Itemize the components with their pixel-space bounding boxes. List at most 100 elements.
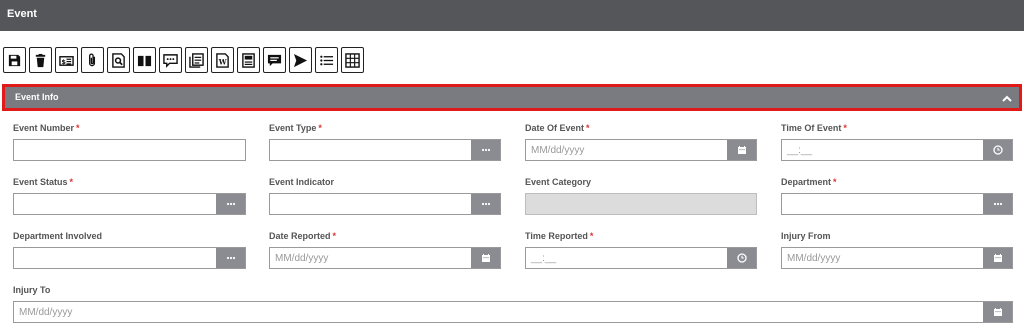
date-of-event-field: Date Of Event * MM/dd/yyyy [525, 123, 757, 161]
chat-button[interactable] [263, 47, 286, 73]
date-reported-field: Date Reported * MM/dd/yyyy [269, 231, 501, 269]
event-category-input [525, 193, 757, 215]
preview-button[interactable] [107, 47, 130, 73]
event-indicator-field: Event Indicator [269, 177, 501, 215]
clock-icon [992, 145, 1003, 155]
required-marker: * [843, 123, 847, 133]
document-search-icon [112, 52, 125, 68]
injury-from-calendar-button[interactable] [983, 248, 1012, 268]
time-reported-field: Time Reported * __:__ [525, 231, 757, 269]
event-number-input[interactable] [13, 139, 246, 161]
toolbar: $ W [3, 47, 364, 73]
documents-icon [189, 52, 204, 68]
date-reported-input[interactable]: MM/dd/yyyy [269, 247, 501, 269]
date-placeholder: MM/dd/yyyy [19, 307, 73, 318]
date-reported-label: Date Reported [269, 231, 331, 241]
event-type-field: Event Type * [269, 123, 501, 161]
ellipsis-icon [481, 148, 490, 152]
grid-button[interactable] [341, 47, 364, 73]
required-marker: * [833, 177, 837, 187]
department-field: Department * [781, 177, 1013, 215]
event-number-label: Event Number [13, 123, 75, 133]
department-involved-input[interactable] [13, 247, 246, 269]
injury-to-calendar-button[interactable] [983, 302, 1012, 322]
word-export-button[interactable]: W [211, 47, 234, 73]
department-involved-field: Department Involved [13, 231, 246, 269]
financial-button[interactable]: $ [55, 47, 78, 73]
list-icon [320, 55, 334, 65]
event-status-lookup-button[interactable] [216, 194, 245, 214]
money-icon: $ [59, 55, 74, 66]
save-icon [8, 54, 21, 66]
event-type-lookup-button[interactable] [471, 140, 500, 160]
required-marker: * [69, 177, 74, 187]
department-involved-label: Department Involved [13, 231, 103, 241]
time-of-event-label: Time Of Event [781, 123, 842, 133]
department-input[interactable] [781, 193, 1013, 215]
event-indicator-lookup-button[interactable] [471, 194, 500, 214]
delete-button[interactable] [29, 47, 52, 73]
save-button[interactable] [3, 47, 26, 73]
calendar-icon [481, 254, 490, 262]
date-placeholder: MM/dd/yyyy [787, 253, 841, 264]
chat-icon [267, 54, 282, 66]
paperclip-icon [89, 53, 96, 66]
required-marker: * [589, 231, 594, 241]
clock-icon [736, 253, 747, 263]
department-label: Department [781, 177, 832, 187]
ellipsis-icon [226, 202, 235, 206]
event-category-field: Event Category [525, 177, 757, 215]
event-status-input[interactable] [13, 193, 246, 215]
calendar-icon [737, 146, 746, 154]
event-type-input[interactable] [269, 139, 501, 161]
time-of-event-clock-button[interactable] [983, 140, 1012, 160]
chevron-up-icon[interactable] [1000, 92, 1014, 106]
svg-text:W: W [218, 57, 227, 66]
injury-from-label: Injury From [781, 231, 831, 241]
ellipsis-icon [226, 256, 235, 260]
attachment-button[interactable] [81, 47, 104, 73]
required-marker: * [586, 123, 590, 133]
date-of-event-input[interactable]: MM/dd/yyyy [525, 139, 757, 161]
list-button[interactable] [315, 47, 338, 73]
calendar-icon [993, 254, 1002, 262]
report-icon [242, 52, 255, 68]
documents-button[interactable] [185, 47, 208, 73]
book-icon [137, 55, 152, 66]
date-of-event-calendar-button[interactable] [727, 140, 756, 160]
comment-button[interactable] [159, 47, 182, 73]
time-reported-input[interactable]: __:__ [525, 247, 757, 269]
word-doc-icon: W [216, 52, 229, 68]
time-reported-label: Time Reported [525, 231, 588, 241]
department-lookup-button[interactable] [983, 194, 1012, 214]
time-reported-clock-button[interactable] [727, 248, 756, 268]
required-marker: * [318, 123, 322, 133]
calendar-icon [993, 308, 1002, 316]
date-placeholder: MM/dd/yyyy [275, 253, 329, 264]
department-involved-lookup-button[interactable] [216, 248, 245, 268]
grid-icon [345, 52, 360, 68]
event-category-label: Event Category [525, 177, 592, 187]
svg-text:$: $ [61, 57, 66, 65]
required-marker: * [76, 123, 80, 133]
injury-from-field: Injury From MM/dd/yyyy [781, 231, 1013, 269]
report-button[interactable] [237, 47, 260, 73]
ellipsis-icon [481, 202, 490, 206]
event-indicator-input[interactable] [269, 193, 501, 215]
injury-to-input[interactable]: MM/dd/yyyy [13, 301, 1013, 323]
injury-from-input[interactable]: MM/dd/yyyy [781, 247, 1013, 269]
event-indicator-label: Event Indicator [269, 177, 335, 187]
send-button[interactable] [289, 47, 312, 73]
comment-icon [163, 53, 178, 68]
event-type-label: Event Type [269, 123, 317, 133]
event-status-label: Event Status [13, 177, 68, 187]
time-of-event-field: Time Of Event * __:__ [781, 123, 1013, 161]
date-reported-calendar-button[interactable] [471, 248, 500, 268]
time-of-event-input[interactable]: __:__ [781, 139, 1013, 161]
send-icon [293, 53, 308, 67]
event-info-section-header[interactable]: Event Info [2, 84, 1022, 111]
reference-button[interactable] [133, 47, 156, 73]
section-title: Event Info [15, 92, 59, 102]
time-placeholder: __:__ [531, 253, 557, 264]
injury-to-label: Injury To [13, 285, 51, 295]
